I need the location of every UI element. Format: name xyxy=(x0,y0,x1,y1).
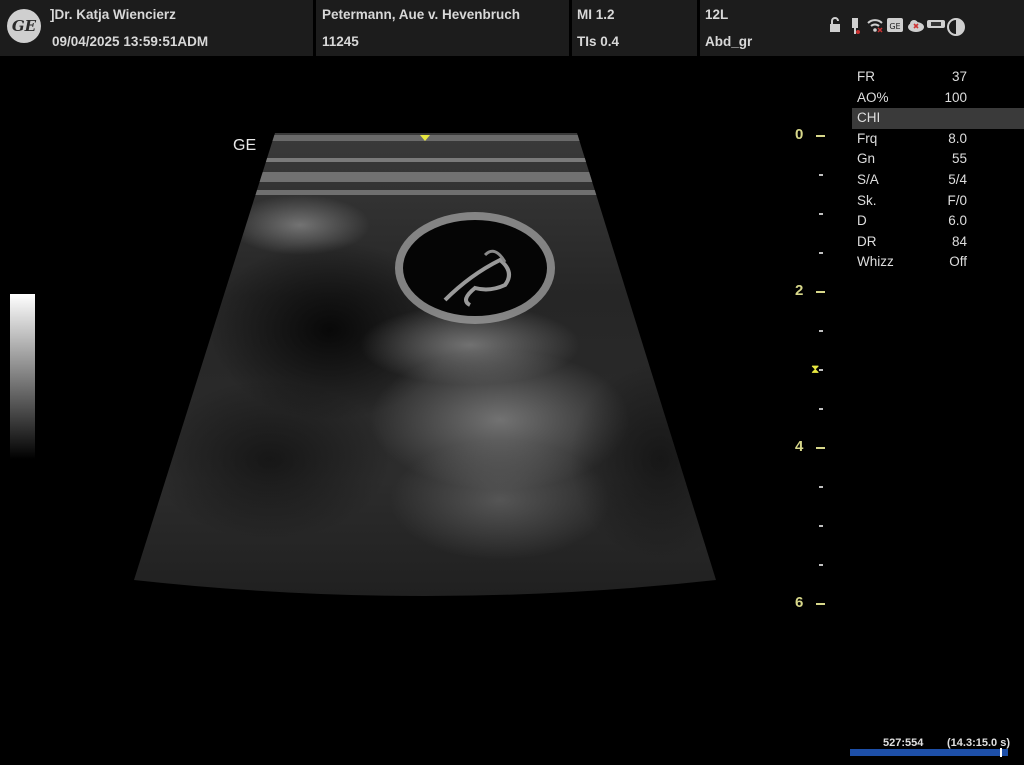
cine-progress-bar[interactable] xyxy=(850,749,1008,756)
param-value: 100 xyxy=(944,89,967,105)
param-key: Whizz xyxy=(857,254,894,270)
cine-position-marker[interactable] xyxy=(1000,748,1003,757)
depth-minor-tick xyxy=(819,213,823,215)
param-value: 8.0 xyxy=(948,130,967,146)
param-row: Gn 55 xyxy=(852,149,1024,170)
param-row: Sk. F/0 xyxy=(852,191,1024,212)
depth-major-tick xyxy=(816,603,825,605)
param-row: S/A 5/4 xyxy=(852,170,1024,191)
grayscale-bar xyxy=(10,294,35,459)
param-value: F/0 xyxy=(947,192,967,208)
param-key: DR xyxy=(857,233,877,249)
param-value: 5/4 xyxy=(948,171,967,187)
param-value: Off xyxy=(949,254,967,270)
parameter-panel: FR 37 AO% 100 CHI Frq 8.0 Gn 55 S/A 5/4 Sk. F/0 D 6.0 D… xyxy=(852,67,1024,273)
param-row: Whizz Off xyxy=(852,252,1024,273)
depth-label: 2 xyxy=(795,282,804,299)
focus-marker-icon[interactable]: ⧗ xyxy=(811,363,824,375)
depth-label: 0 xyxy=(795,126,804,143)
depth-major-tick xyxy=(816,447,825,449)
param-value: 37 xyxy=(951,69,967,84)
param-key: D xyxy=(857,213,867,229)
depth-scale: 0 2 4 6 ⧗ xyxy=(780,120,840,620)
param-row: FR 37 xyxy=(852,67,1024,88)
depth-minor-tick xyxy=(819,525,823,527)
depth-minor-tick xyxy=(819,486,823,488)
param-key: Frq xyxy=(857,130,878,146)
param-row: CHI xyxy=(852,108,1024,129)
param-key: AO% xyxy=(857,89,889,105)
param-row: D 6.0 xyxy=(852,211,1024,232)
depth-minor-tick xyxy=(819,252,823,254)
param-key: FR xyxy=(857,69,875,84)
depth-minor-tick xyxy=(819,330,823,332)
depth-label: 4 xyxy=(795,438,804,455)
depth-minor-tick xyxy=(819,408,823,410)
param-value: 55 xyxy=(951,151,967,167)
param-key: CHI xyxy=(857,110,881,126)
param-row: DR 84 xyxy=(852,232,1024,253)
depth-label: 6 xyxy=(795,594,804,611)
param-key: Sk. xyxy=(857,192,877,208)
param-row: AO% 100 xyxy=(852,88,1024,109)
depth-minor-tick xyxy=(819,564,823,566)
cine-loop-bar[interactable]: 527:554 (14.3:15.0 s) xyxy=(850,737,1015,759)
param-value: 6.0 xyxy=(948,213,967,229)
depth-major-tick xyxy=(816,291,825,293)
param-value: 84 xyxy=(951,233,967,249)
orientation-mark: GE xyxy=(233,137,257,154)
cine-frame-counter: 527:554 xyxy=(883,737,924,749)
param-key: S/A xyxy=(857,171,879,187)
param-row: Frq 8.0 xyxy=(852,129,1024,150)
depth-major-tick xyxy=(816,135,825,137)
param-key: Gn xyxy=(857,151,876,167)
depth-minor-tick xyxy=(819,174,823,176)
